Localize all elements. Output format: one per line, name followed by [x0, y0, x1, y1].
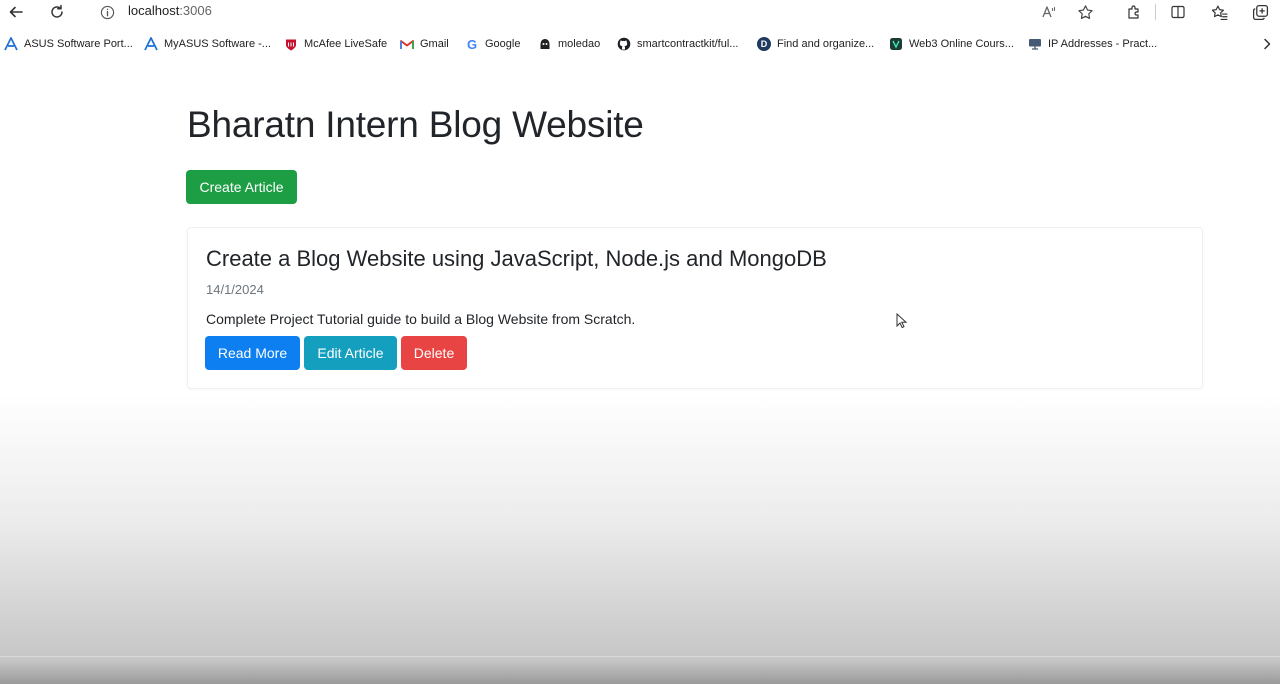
- article-description: Complete Project Tutorial guide to build…: [206, 311, 636, 327]
- mouse-cursor-icon: [896, 312, 908, 334]
- address-bar[interactable]: localhost:3006: [128, 3, 212, 18]
- bookmark-gmail[interactable]: Gmail: [400, 33, 449, 55]
- bookmark-label: McAfee LiveSafe: [304, 38, 388, 50]
- browser-toolbar: localhost:3006: [0, 0, 1280, 24]
- favorites-icon[interactable]: [1209, 2, 1229, 22]
- bookmark-label: Google: [485, 38, 521, 50]
- github-icon: [617, 37, 631, 51]
- bookmark-asus-software[interactable]: ASUS Software Port...: [4, 33, 133, 55]
- read-aloud-icon[interactable]: [1039, 2, 1059, 22]
- read-more-button[interactable]: Read More: [205, 336, 300, 370]
- chevron-right-icon[interactable]: [1258, 35, 1276, 53]
- edit-article-button[interactable]: Edit Article: [304, 336, 397, 370]
- bookmark-myasus-software[interactable]: MyASUS Software -...: [144, 33, 271, 55]
- site-info-icon[interactable]: [97, 2, 117, 22]
- bookmark-label: ASUS Software Port...: [24, 38, 133, 50]
- bookmark-mcafee[interactable]: McAfee LiveSafe: [284, 33, 387, 55]
- bookmark-google[interactable]: G Google: [465, 33, 521, 55]
- favorite-star-icon[interactable]: [1075, 2, 1095, 22]
- moledao-icon: [538, 37, 552, 51]
- web3-icon: [889, 37, 903, 51]
- url-host: localhost: [128, 3, 180, 18]
- bookmark-moledao[interactable]: moledao: [538, 33, 600, 55]
- computer-icon: [1028, 37, 1042, 51]
- asus-icon: [4, 37, 18, 51]
- asus-icon: [144, 37, 158, 51]
- bookmarks-bar: ASUS Software Port... MyASUS Software -.…: [0, 33, 1280, 55]
- article-title: Create a Blog Website using JavaScript, …: [206, 246, 827, 271]
- bookmark-web3-online-course[interactable]: Web3 Online Cours...: [889, 33, 1014, 55]
- toolbar-divider: [1155, 4, 1156, 20]
- extensions-icon[interactable]: [1124, 2, 1144, 22]
- split-screen-icon[interactable]: [1168, 2, 1188, 22]
- page-title: Bharatn Intern Blog Website: [187, 104, 644, 145]
- back-arrow-icon[interactable]: [6, 2, 26, 22]
- create-article-button[interactable]: Create Article: [186, 170, 297, 204]
- bookmark-find-and-organize[interactable]: D Find and organize...: [757, 33, 874, 55]
- bookmark-label: Find and organize...: [777, 38, 875, 50]
- bookmark-label: smartcontractkit/ful...: [637, 38, 739, 50]
- gmail-icon: [400, 37, 414, 51]
- d-icon: D: [757, 37, 771, 51]
- refresh-icon[interactable]: [47, 2, 67, 22]
- url-port: :3006: [179, 3, 212, 18]
- bookmark-label: MyASUS Software -...: [164, 38, 271, 50]
- article-card: Create a Blog Website using JavaScript, …: [187, 227, 1203, 389]
- bookmark-smartcontractkit[interactable]: smartcontractkit/ful...: [617, 33, 738, 55]
- bookmark-label: IP Addresses - Pract...: [1048, 38, 1158, 50]
- mcafee-icon: [284, 37, 298, 51]
- bookmark-ip-addresses[interactable]: IP Addresses - Pract...: [1028, 33, 1157, 55]
- footer-divider: [0, 656, 1280, 657]
- bookmark-label: Gmail: [420, 38, 449, 50]
- bookmark-label: Web3 Online Cours...: [909, 38, 1014, 50]
- collections-icon[interactable]: [1250, 2, 1270, 22]
- google-icon: G: [466, 36, 478, 52]
- article-date: 14/1/2024: [206, 282, 264, 297]
- bookmark-label: moledao: [558, 38, 601, 50]
- delete-button[interactable]: Delete: [401, 336, 467, 370]
